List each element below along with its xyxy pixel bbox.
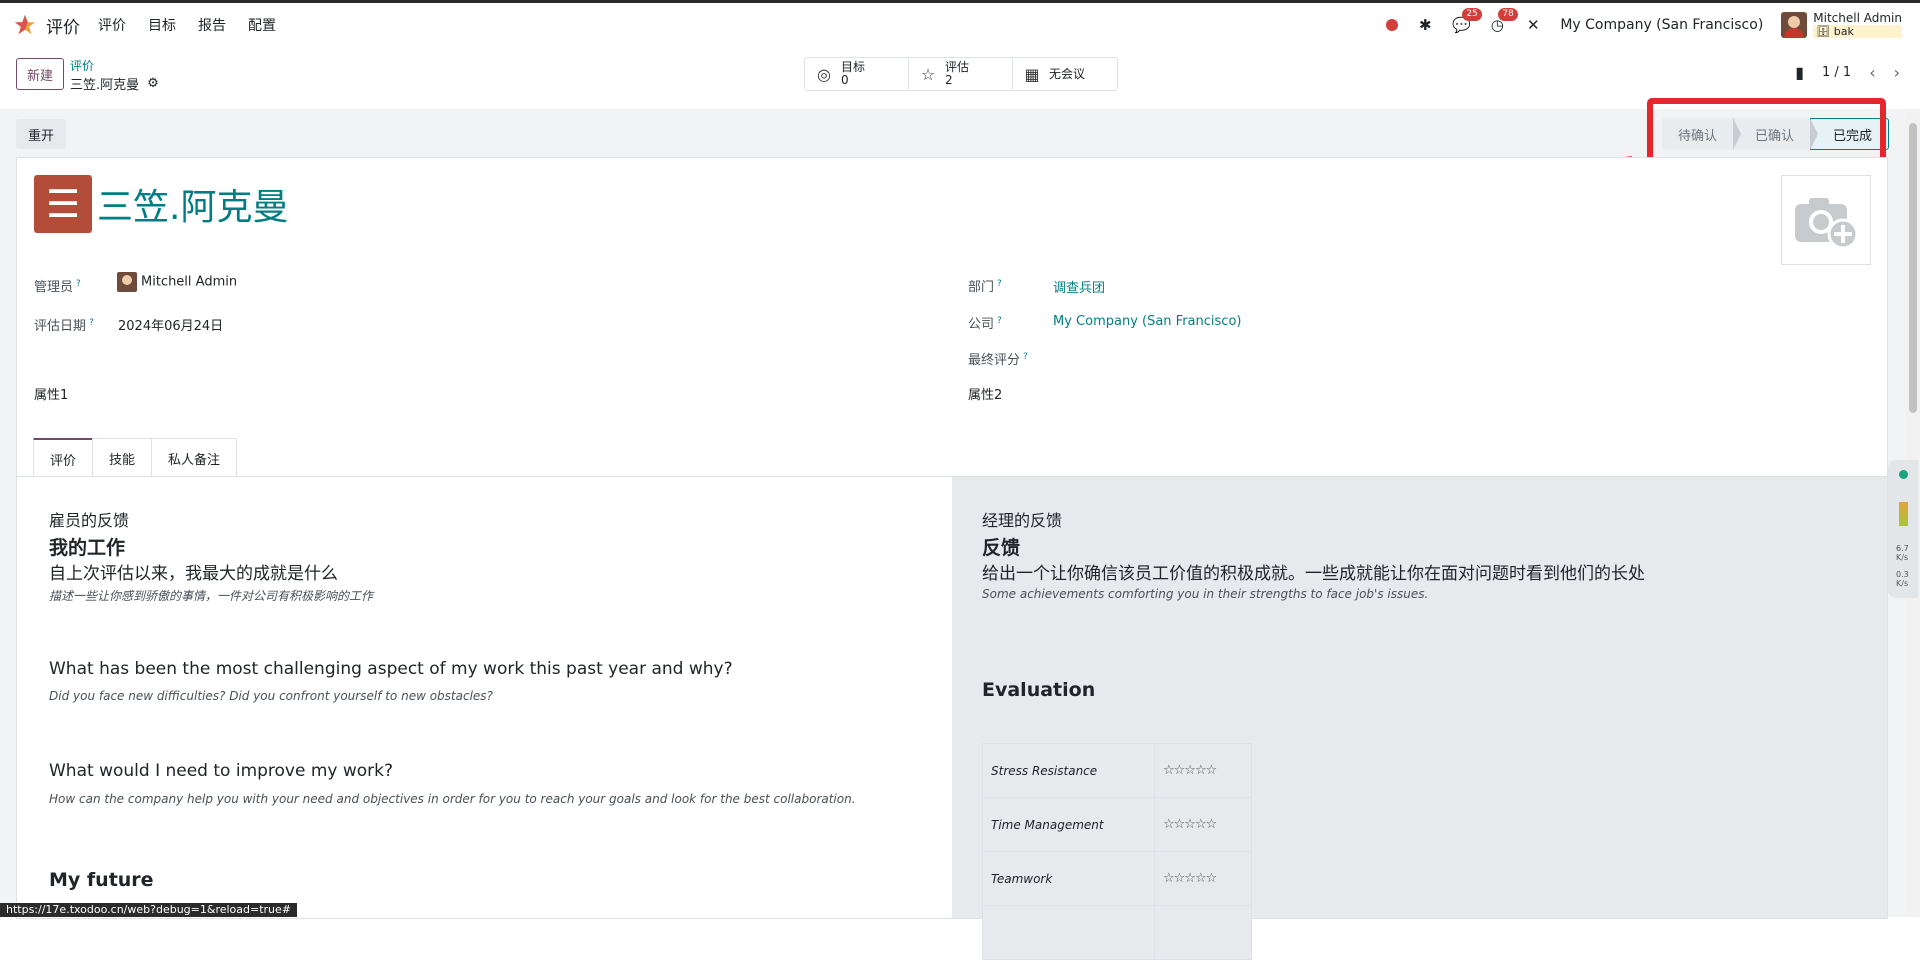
rating-stars[interactable] (1154, 905, 1252, 960)
evaluation-table: Stress Resistance ☆☆☆☆☆ Time Management … (982, 743, 1252, 960)
menu-appraisal[interactable]: 评价 (98, 15, 126, 35)
menu-configuration[interactable]: 配置 (248, 15, 276, 35)
control-panel: 新建 评价 三笠.阿克曼 ⚙ ◎ 目标 0 ☆ 评估 2 ▦ 无会议 ▮ 1 / 1… (0, 47, 1920, 110)
add-photo-icon[interactable] (1781, 175, 1871, 265)
employee-feedback-heading: 雇员的反馈 (49, 511, 130, 530)
department-field[interactable]: 调查兵团 (1053, 277, 1105, 296)
final-rating-label: 最终评分? (968, 351, 1028, 368)
manager-hint-1: Some achievements comforting you in thei… (982, 587, 1429, 601)
smart-button-meeting[interactable]: ▦ 无会议 (1013, 58, 1117, 90)
table-row: Teamwork ☆☆☆☆☆ (982, 851, 1252, 906)
my-work-heading: 我的工作 (49, 537, 126, 559)
tab-private-note[interactable]: 私人备注 (151, 438, 238, 477)
tab-skills[interactable]: 技能 (92, 438, 153, 477)
tab-appraisal[interactable]: 评价 (33, 438, 94, 478)
status-dot-icon (1899, 470, 1908, 479)
criterion-label (982, 905, 1155, 960)
rating-stars[interactable]: ☆☆☆☆☆ (1154, 851, 1252, 906)
manager-question-1: 给出一个让你确信该员工价值的积极成就。一些成就能让你在面对问题时看到他们的长处 (982, 564, 1645, 584)
rating-stars[interactable]: ☆☆☆☆☆ (1154, 743, 1252, 798)
record-dot-icon[interactable] (1386, 19, 1399, 31)
download-unit: K/s (1896, 579, 1909, 588)
date-label: 评估日期? (34, 317, 94, 334)
manager-feedback-heading: 经理的反馈 (982, 511, 1063, 530)
activity-clock-icon[interactable]: ◷ 78 (1488, 8, 1518, 34)
menu-goals[interactable]: 目标 (148, 15, 176, 35)
employee-question-2: What has been the most challenging aspec… (49, 659, 733, 679)
company-field[interactable]: My Company (San Francisco) (1053, 314, 1241, 329)
navbar-systray: ✱ 💬 25 ◷ 78 ✕ My Company (San Francisco) M… (1386, 3, 1902, 47)
upload-unit: K/s (1896, 553, 1909, 562)
reopen-button[interactable]: 重开 (16, 119, 66, 149)
new-button[interactable]: 新建 (16, 58, 64, 90)
smart-button-evaluations[interactable]: ☆ 评估 2 (909, 58, 1013, 90)
properties-2-label: 属性2 (968, 388, 1003, 403)
user-avatar (1781, 12, 1808, 38)
manager-avatar (117, 272, 137, 292)
target-icon: ◎ (817, 64, 831, 84)
criterion-label: Teamwork (982, 851, 1155, 906)
main-navbar: 评价 评价 目标 报告 配置 ✱ 💬 25 ◷ 78 ✕ My Company (S… (0, 3, 1920, 47)
app-logo-icon[interactable] (14, 14, 36, 36)
employee-question-3: What would I need to improve my work? (49, 761, 394, 781)
database-name: 🗄 bak (1813, 25, 1902, 38)
top-menu: 评价 目标 报告 配置 (98, 15, 298, 35)
annotation-highlight-box (1647, 98, 1886, 164)
rating-stars[interactable]: ☆☆☆☆☆ (1154, 797, 1252, 852)
breadcrumb-current: 三笠.阿克曼 ⚙ (70, 74, 159, 93)
employee-question-1: 自上次评估以来，我最大的成就是什么 (49, 564, 338, 584)
my-future-heading: My future (49, 869, 154, 891)
messages-badge: 25 (1462, 8, 1482, 21)
feedback-heading: 反馈 (982, 537, 1021, 559)
department-label: 部门? (968, 278, 1002, 295)
gear-icon[interactable]: ⚙ (147, 76, 159, 91)
form-sheet: ☰ 三笠.阿克曼 管理员? Mitchell Admin 评估日期? 2024年… (16, 157, 1888, 960)
manager-field[interactable]: Mitchell Admin (117, 272, 237, 292)
criterion-label: Stress Resistance (982, 743, 1155, 798)
evaluation-heading: Evaluation (982, 679, 1096, 701)
app-name[interactable]: 评价 (46, 13, 80, 38)
pager-next-icon[interactable]: › (1894, 63, 1900, 82)
bug-icon[interactable]: ✱ (1416, 16, 1434, 34)
properties-1-label: 属性1 (34, 388, 69, 403)
pager-prev-icon[interactable]: ‹ (1869, 63, 1875, 82)
download-speed: 0.3 (1896, 570, 1909, 579)
user-name: Mitchell Admin (1813, 11, 1902, 25)
date-field[interactable]: 2024年06月24日 (118, 315, 223, 334)
user-menu[interactable]: Mitchell Admin 🗄 bak (1781, 12, 1902, 38)
network-speed-widget[interactable]: 6.7 K/s 0.3 K/s (1888, 460, 1918, 598)
tools-icon[interactable]: ✕ (1524, 16, 1542, 34)
level-bar-icon (1899, 502, 1908, 526)
smart-button-goals[interactable]: ◎ 目标 0 (805, 58, 909, 90)
employee-hint-2: Did you face new difficulties? Did you c… (49, 689, 493, 703)
calendar-icon: ▦ (1024, 64, 1040, 84)
activities-badge: 78 (1498, 8, 1518, 21)
manager-feedback-pane[interactable]: 经理的反馈 反馈 给出一个让你确信该员工价值的积极成就。一些成就能让你在面对问题… (952, 477, 1887, 960)
messages-icon[interactable]: 💬 25 (1452, 8, 1482, 34)
employee-feedback-pane[interactable]: 雇员的反馈 我的工作 自上次评估以来，我最大的成就是什么 描述一些让你感到骄傲的… (17, 477, 952, 918)
employee-hint-3: How can the company help you with your n… (49, 792, 856, 806)
menu-reporting[interactable]: 报告 (198, 15, 226, 35)
status-url-tooltip: https://17e.txodoo.cn/web?debug=1&reload… (0, 903, 298, 917)
smart-buttons: ◎ 目标 0 ☆ 评估 2 ▦ 无会议 (804, 57, 1118, 91)
bookmark-icon[interactable]: ▮ (1795, 63, 1804, 82)
upload-speed: 6.7 (1896, 544, 1909, 553)
table-row: Time Management ☆☆☆☆☆ (982, 797, 1252, 852)
menu-bars-icon[interactable]: ☰ (34, 175, 92, 233)
employee-hint-1: 描述一些让你感到骄傲的事情，一件对公司有积极影响的工作 (49, 589, 374, 603)
pager-value[interactable]: 1 / 1 (1822, 65, 1851, 80)
breadcrumb-current-label: 三笠.阿克曼 (70, 78, 140, 93)
breadcrumb-parent[interactable]: 评价 (70, 57, 94, 74)
company-switcher[interactable]: My Company (San Francisco) (1560, 17, 1763, 33)
star-icon: ☆ (920, 64, 936, 84)
employee-title: 三笠.阿克曼 (97, 187, 289, 228)
pager: ▮ 1 / 1 ‹ › (1795, 63, 1900, 82)
manager-label: 管理员? (34, 278, 81, 295)
table-row (982, 905, 1252, 960)
criterion-label: Time Management (982, 797, 1155, 852)
company-label: 公司? (968, 315, 1002, 332)
scrollbar-thumb[interactable] (1909, 123, 1917, 413)
table-row: Stress Resistance ☆☆☆☆☆ (982, 743, 1252, 798)
notebook-tabs: 评价 技能 私人备注 (33, 438, 238, 478)
